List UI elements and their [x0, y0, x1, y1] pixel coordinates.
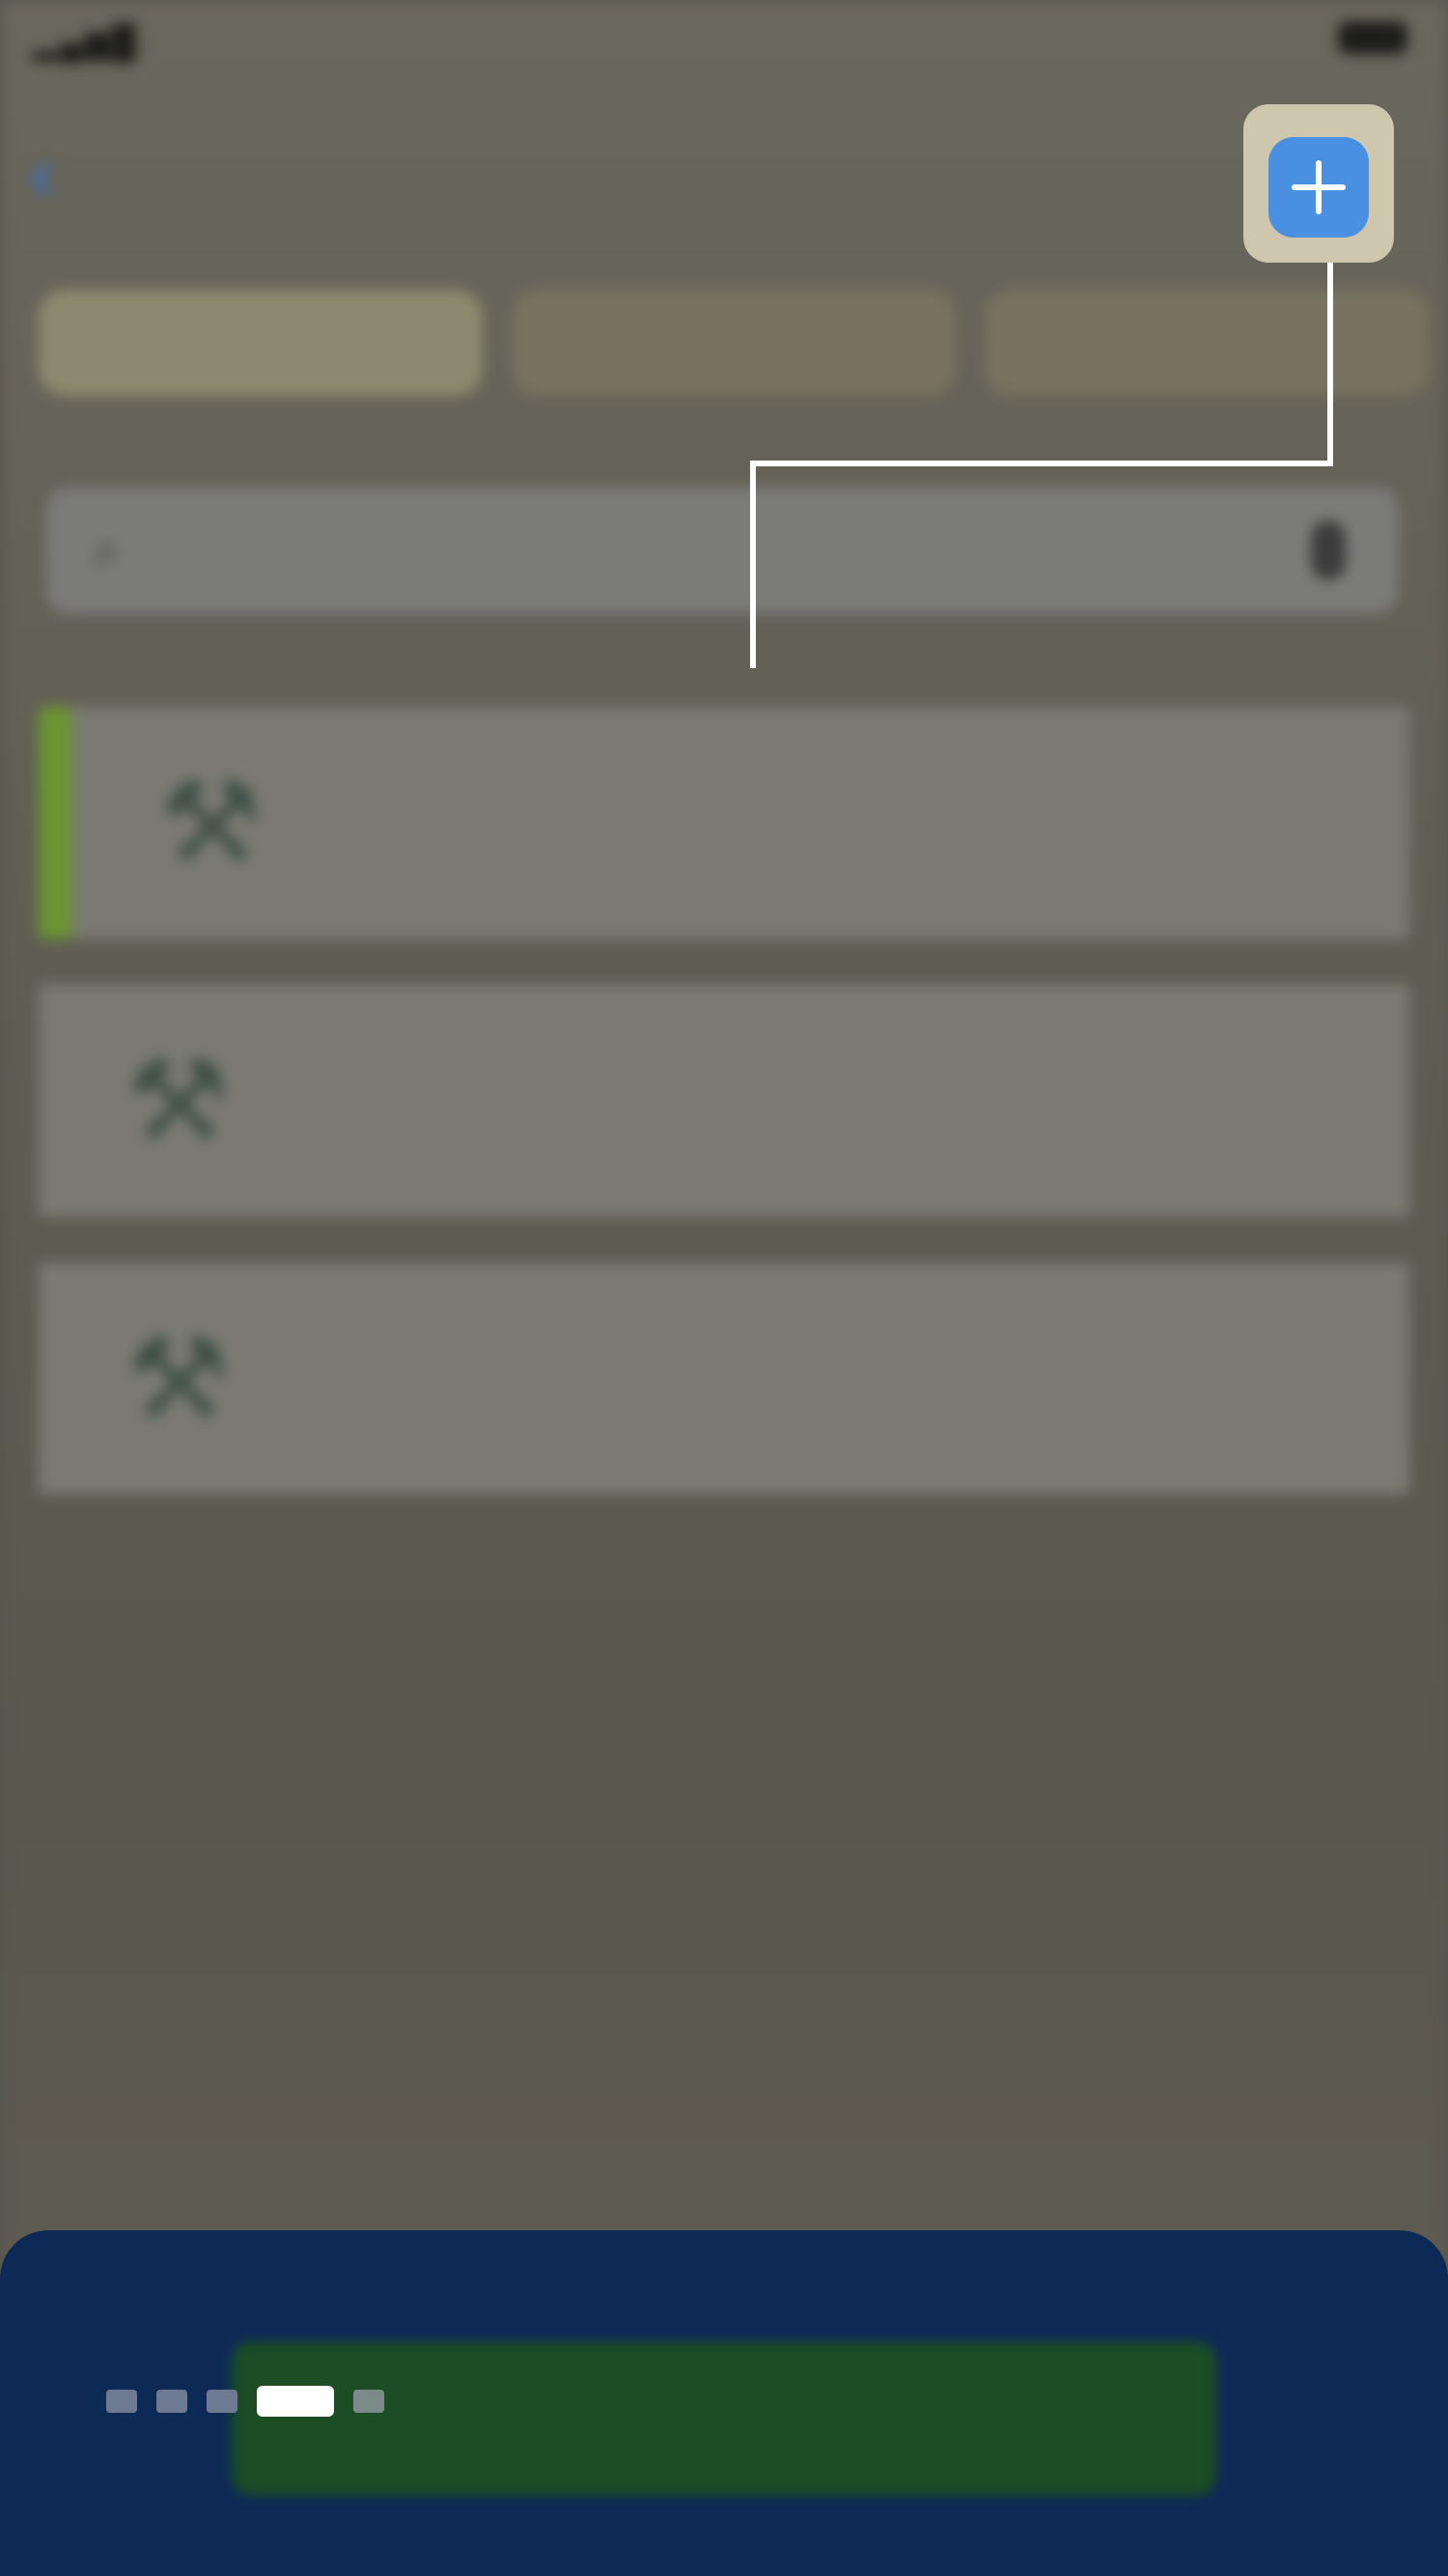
navigation-bar: ‹	[0, 116, 1448, 251]
sheet-action-button[interactable]	[232, 2341, 1216, 2496]
tools-icon: ⚒	[158, 758, 263, 887]
item-list: ⚒ ⚒ ⚒	[39, 707, 1409, 1541]
search-icon: ⌕	[93, 521, 122, 578]
tour-step-indicator	[106, 2386, 384, 2417]
segmented-tabs	[39, 290, 1429, 396]
tour-step-dot[interactable]	[207, 2390, 237, 2413]
cellular-signal-icon: ▂▄▆█	[33, 24, 138, 61]
tour-step-dot[interactable]	[353, 2390, 384, 2413]
battery-icon	[1338, 21, 1407, 54]
status-bar: ▂▄▆█	[0, 0, 1448, 77]
plus-icon	[1292, 160, 1346, 214]
tour-step-dot[interactable]	[156, 2390, 187, 2413]
tools-icon: ⚒	[125, 1314, 230, 1443]
background-app: ▂▄▆█ ‹ ⌕ ⚒ ⚒ ⚒	[0, 0, 1448, 2576]
search-bar[interactable]: ⌕	[46, 488, 1398, 613]
tab-second[interactable]	[512, 290, 956, 396]
tab-third[interactable]	[985, 290, 1429, 396]
list-item[interactable]: ⚒	[39, 707, 1409, 938]
chevron-left-icon: ‹	[29, 130, 55, 216]
tour-step-dot[interactable]	[106, 2390, 137, 2413]
list-item[interactable]: ⚒	[39, 1263, 1409, 1495]
list-item[interactable]: ⚒	[39, 985, 1409, 1217]
tour-step-dot-active[interactable]	[257, 2386, 334, 2417]
add-button[interactable]	[1268, 137, 1369, 238]
tools-icon: ⚒	[125, 1036, 230, 1165]
back-button[interactable]: ‹	[29, 135, 69, 212]
microphone-icon[interactable]	[1311, 520, 1346, 580]
tab-first[interactable]	[39, 290, 483, 396]
